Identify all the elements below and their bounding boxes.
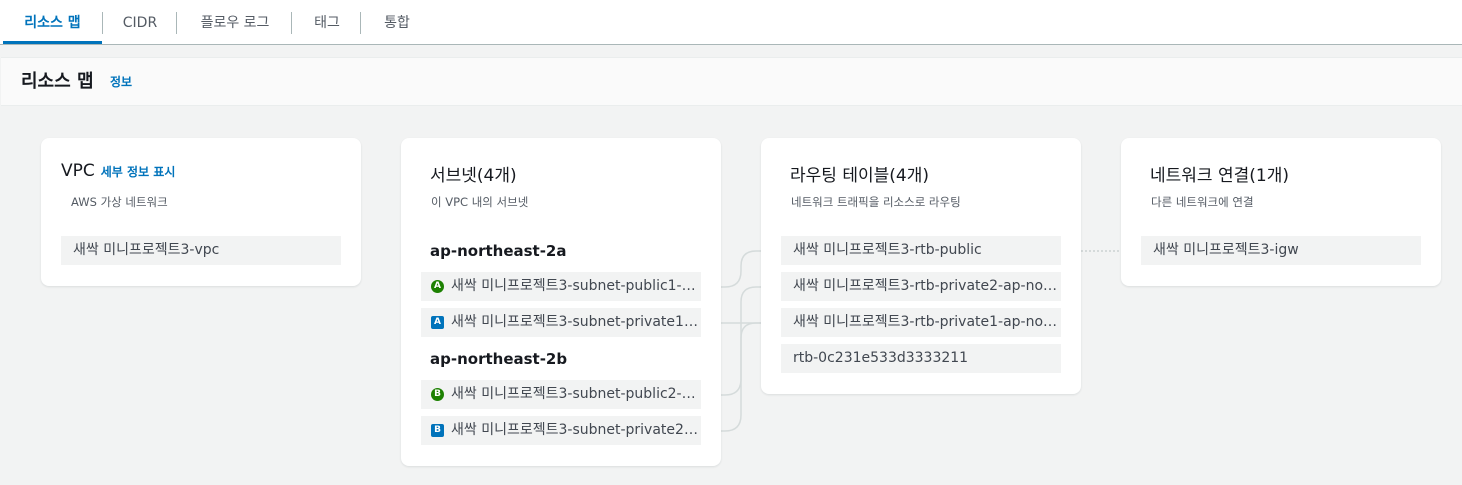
tab-divider [102, 12, 103, 34]
vpc-card-title: VPC 세부 정보 표시 [61, 161, 175, 181]
tab-divider [176, 12, 177, 34]
info-link[interactable]: 정보 [110, 73, 132, 90]
subnet-item[interactable]: A 새싹 미니프로젝트3-subnet-private1-ap-northeas… [421, 308, 701, 337]
network-connections-card: 네트워크 연결(1개) 다른 네트워크에 연결 새싹 미니프로젝트3-igw [1121, 138, 1441, 286]
route-table-item[interactable]: rtb-0c231e533d3333211 [781, 344, 1061, 373]
subnet-label: 새싹 미니프로젝트3-subnet-public2-ap-northeast-2… [451, 386, 701, 402]
subnet-item[interactable]: A 새싹 미니프로젝트3-subnet-public1-ap-northeast… [421, 272, 701, 301]
route-tables-card: 라우팅 테이블(4개) 네트워크 트래픽을 리소스로 라우팅 새싹 미니프로젝트… [761, 138, 1081, 394]
vpc-subtitle: AWS 가상 네트워크 [71, 195, 168, 209]
private-subnet-badge-icon: B [431, 424, 444, 437]
route-tables-title: 라우팅 테이블(4개) [790, 166, 929, 186]
route-table-item[interactable]: 새싹 미니프로젝트3-rtb-public [781, 236, 1061, 265]
subnet-item[interactable]: B 새싹 미니프로젝트3-subnet-private2-ap-northeas… [421, 416, 701, 445]
public-subnet-badge-icon: B [431, 388, 444, 401]
tab-flow-logs[interactable]: 플로우 로그 [190, 0, 280, 44]
subnet-label: 새싹 미니프로젝트3-subnet-private1-ap-northeast-… [451, 314, 701, 330]
show-details-link[interactable]: 세부 정보 표시 [101, 165, 176, 179]
subnet-label: 새싹 미니프로젝트3-subnet-private2-ap-northeast-… [451, 422, 701, 438]
subnet-label: 새싹 미니프로젝트3-subnet-public1-ap-northeast-2… [451, 278, 701, 294]
route-tables-subtitle: 네트워크 트래픽을 리소스로 라우팅 [791, 195, 961, 209]
network-connections-subtitle: 다른 네트워크에 연결 [1151, 195, 1254, 209]
resource-map-header: 리소스 맵 정보 [1, 57, 1462, 106]
public-subnet-badge-icon: A [431, 280, 444, 293]
tab-cidr[interactable]: CIDR [113, 0, 167, 44]
availability-zone-label: ap-northeast-2b [430, 350, 568, 368]
subnets-subtitle: 이 VPC 내의 서브넷 [431, 195, 529, 209]
tab-bar: 리소스 맵 CIDR 플로우 로그 태그 통합 [0, 0, 1462, 45]
tab-integrations[interactable]: 통합 [375, 0, 419, 44]
vpc-item[interactable]: 새싹 미니프로젝트3-vpc [61, 236, 341, 265]
subnet-item[interactable]: B 새싹 미니프로젝트3-subnet-public2-ap-northeast… [421, 380, 701, 409]
vpc-card: VPC 세부 정보 표시 AWS 가상 네트워크 새싹 미니프로젝트3-vpc [41, 138, 361, 286]
route-table-item[interactable]: 새싹 미니프로젝트3-rtb-private2-ap-northeast-2b [781, 272, 1061, 301]
subnets-title: 서브넷(4개) [430, 166, 517, 186]
tab-divider [360, 12, 361, 34]
tab-tags[interactable]: 태그 [305, 0, 349, 44]
network-connection-item[interactable]: 새싹 미니프로젝트3-igw [1141, 236, 1421, 265]
subnets-card: 서브넷(4개) 이 VPC 내의 서브넷 ap-northeast-2a A 새… [401, 138, 721, 466]
vpc-title: VPC [61, 161, 95, 181]
route-table-item[interactable]: 새싹 미니프로젝트3-rtb-private1-ap-northeast-2a [781, 308, 1061, 337]
private-subnet-badge-icon: A [431, 316, 444, 329]
network-connections-title: 네트워크 연결(1개) [1150, 166, 1289, 186]
tab-resource-map[interactable]: 리소스 맵 [3, 0, 102, 44]
page-title: 리소스 맵 [21, 71, 94, 92]
tab-divider [291, 12, 292, 34]
availability-zone-label: ap-northeast-2a [430, 242, 567, 260]
